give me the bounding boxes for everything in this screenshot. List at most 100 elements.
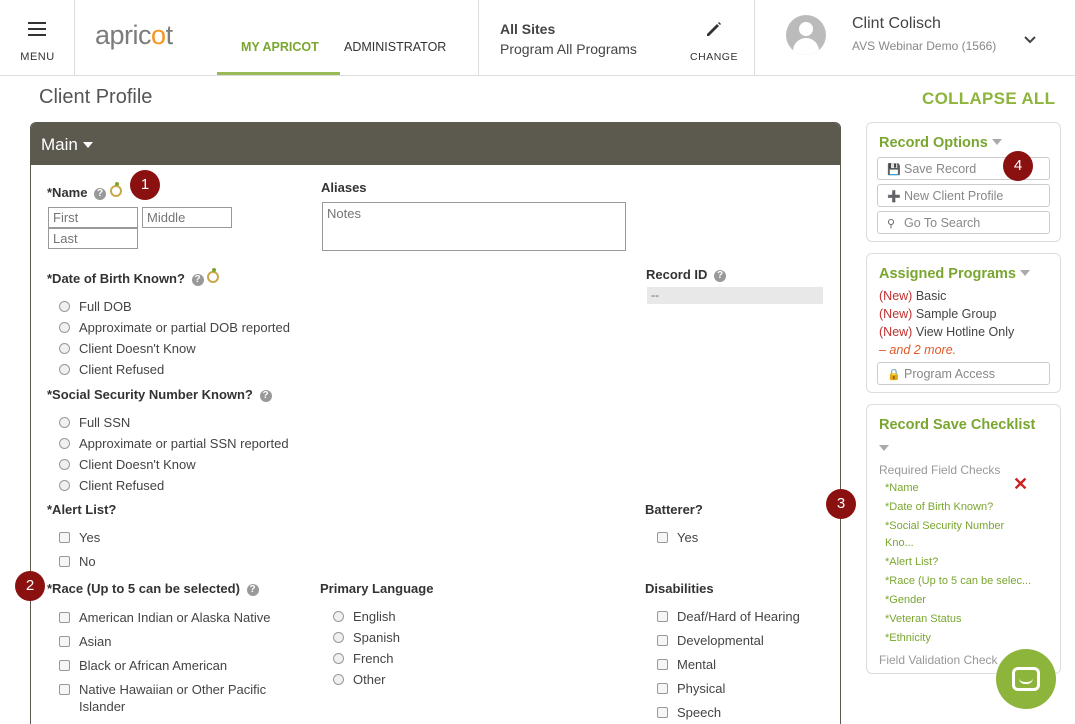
ssn-option[interactable]: Client Doesn't Know — [59, 457, 196, 472]
tab-administrator[interactable]: ADMINISTRATOR — [344, 40, 446, 54]
language-label: Primary Language — [320, 581, 434, 596]
dob-option[interactable]: Client Refused — [59, 362, 164, 377]
radio-button[interactable] — [333, 611, 344, 622]
checkbox[interactable] — [59, 636, 70, 647]
dob-option[interactable]: Client Doesn't Know — [59, 341, 196, 356]
checkbox[interactable] — [657, 683, 668, 694]
last-name-input[interactable] — [48, 228, 138, 249]
help-icon[interactable]: ? — [94, 188, 107, 200]
radio-button[interactable] — [333, 653, 344, 664]
checkbox[interactable] — [657, 611, 668, 622]
checkbox[interactable] — [657, 659, 668, 670]
program-access-button[interactable]: 🔒 Program Access — [877, 362, 1050, 385]
caret-down-icon[interactable] — [879, 441, 889, 456]
checklist-item[interactable]: *Race (Up to 5 can be selec... — [885, 573, 1031, 590]
apricot-logo[interactable]: apricot — [95, 20, 173, 51]
disability-option[interactable]: Speech — [657, 705, 721, 720]
middle-name-input[interactable] — [142, 207, 232, 228]
record-options-title[interactable]: Record Options — [879, 135, 1002, 151]
new-client-profile-button[interactable]: ➕ New Client Profile — [877, 184, 1050, 207]
disability-option[interactable]: Deaf/Hard of Hearing — [657, 609, 800, 624]
collapse-all-link[interactable]: COLLAPSE ALL — [922, 89, 1055, 109]
menu-button[interactable]: MENU — [0, 0, 75, 75]
race-option[interactable]: American Indian or Alaska Native — [59, 610, 270, 625]
disability-option[interactable]: Developmental — [657, 633, 764, 648]
name-label: *Name — [47, 185, 88, 200]
language-option[interactable]: Spanish — [333, 630, 400, 645]
radio-button[interactable] — [59, 343, 70, 354]
checkbox[interactable] — [657, 707, 668, 718]
radio-button[interactable] — [333, 674, 344, 685]
language-option[interactable]: Other — [333, 672, 386, 687]
main-panel-header[interactable]: Main — [31, 123, 840, 165]
chevron-down-icon[interactable] — [1024, 33, 1036, 44]
race-option[interactable]: Asian — [59, 634, 112, 649]
race-option-continued: Islander — [79, 699, 126, 714]
alert-option[interactable]: No — [59, 554, 96, 569]
batterer-option[interactable]: Yes — [657, 530, 698, 545]
program-item: (New) View Hotline Only — [879, 325, 1015, 339]
help-icon[interactable]: ? — [259, 390, 272, 402]
race-option[interactable]: Black or African American — [59, 658, 227, 673]
annotation-badge: 3 — [826, 489, 856, 519]
ssn-option[interactable]: Approximate or partial SSN reported — [59, 436, 289, 451]
go-to-search-button[interactable]: ⚲ Go To Search — [877, 211, 1050, 234]
radio-button[interactable] — [59, 417, 70, 428]
tab-my-apricot[interactable]: MY APRICOT — [241, 40, 319, 54]
user-org: AVS Webinar Demo (1566) — [852, 39, 997, 53]
lock-icon: 🔒 — [887, 369, 901, 381]
checklist-item-continued[interactable]: Kno... — [885, 535, 914, 552]
checkbox[interactable] — [59, 612, 70, 623]
help-icon[interactable]: ? — [191, 274, 204, 286]
checklist-item[interactable]: *Alert List? — [885, 554, 938, 571]
change-label: CHANGE — [690, 51, 738, 63]
checkbox[interactable] — [59, 660, 70, 671]
disability-option[interactable]: Mental — [657, 657, 716, 672]
checklist-item[interactable]: *Veteran Status — [885, 611, 961, 628]
alert-option[interactable]: Yes — [59, 530, 100, 545]
checklist-item[interactable]: *Social Security Number — [885, 518, 1004, 535]
radio-button[interactable] — [59, 459, 70, 470]
race-option[interactable]: Native Hawaiian or Other Pacific — [59, 682, 266, 697]
field-validation-label: Field Validation Check — [879, 653, 998, 667]
help-icon[interactable]: ? — [714, 270, 727, 282]
checkbox[interactable] — [59, 532, 70, 543]
chat-button[interactable] — [996, 649, 1056, 709]
checkbox[interactable] — [657, 635, 668, 646]
radio-button[interactable] — [59, 322, 70, 333]
aliases-textarea[interactable] — [322, 202, 626, 251]
assigned-programs-box: Assigned Programs (New) Basic (New) Samp… — [866, 253, 1061, 393]
dob-option[interactable]: Full DOB — [59, 299, 132, 314]
radio-button[interactable] — [59, 480, 70, 491]
checklist-item[interactable]: *Name — [885, 480, 919, 497]
language-option[interactable]: French — [333, 651, 393, 666]
caret-down-icon — [991, 139, 1002, 145]
radio-button[interactable] — [333, 632, 344, 643]
help-icon[interactable]: ? — [246, 584, 259, 596]
dob-label-group: *Date of Birth Known? ? — [47, 268, 220, 286]
ssn-option[interactable]: Full SSN — [59, 415, 130, 430]
first-name-input[interactable] — [48, 207, 138, 228]
add-document-icon: ➕ — [887, 191, 901, 203]
race-label: *Race (Up to 5 can be selected) — [47, 581, 240, 596]
disability-option[interactable]: Physical — [657, 681, 725, 696]
radio-button[interactable] — [59, 301, 70, 312]
batterer-label: Batterer? — [645, 502, 703, 517]
avatar[interactable] — [786, 15, 826, 55]
dob-option[interactable]: Approximate or partial DOB reported — [59, 320, 290, 335]
assigned-programs-title[interactable]: Assigned Programs — [879, 266, 1030, 282]
checklist-item[interactable]: *Ethnicity — [885, 630, 931, 647]
checkbox[interactable] — [59, 684, 70, 695]
radio-button[interactable] — [59, 364, 70, 375]
checkbox[interactable] — [657, 532, 668, 543]
close-icon: ✕ — [1013, 474, 1029, 494]
checklist-title[interactable]: Record Save Checklist — [879, 417, 1035, 433]
ssn-option[interactable]: Client Refused — [59, 478, 164, 493]
more-programs-link[interactable]: – and 2 more. — [879, 343, 956, 357]
checkbox[interactable] — [59, 556, 70, 567]
radio-button[interactable] — [59, 438, 70, 449]
checklist-item[interactable]: *Gender — [885, 592, 926, 609]
change-button[interactable]: CHANGE — [688, 20, 740, 63]
language-option[interactable]: English — [333, 609, 396, 624]
checklist-item[interactable]: *Date of Birth Known? — [885, 499, 993, 516]
